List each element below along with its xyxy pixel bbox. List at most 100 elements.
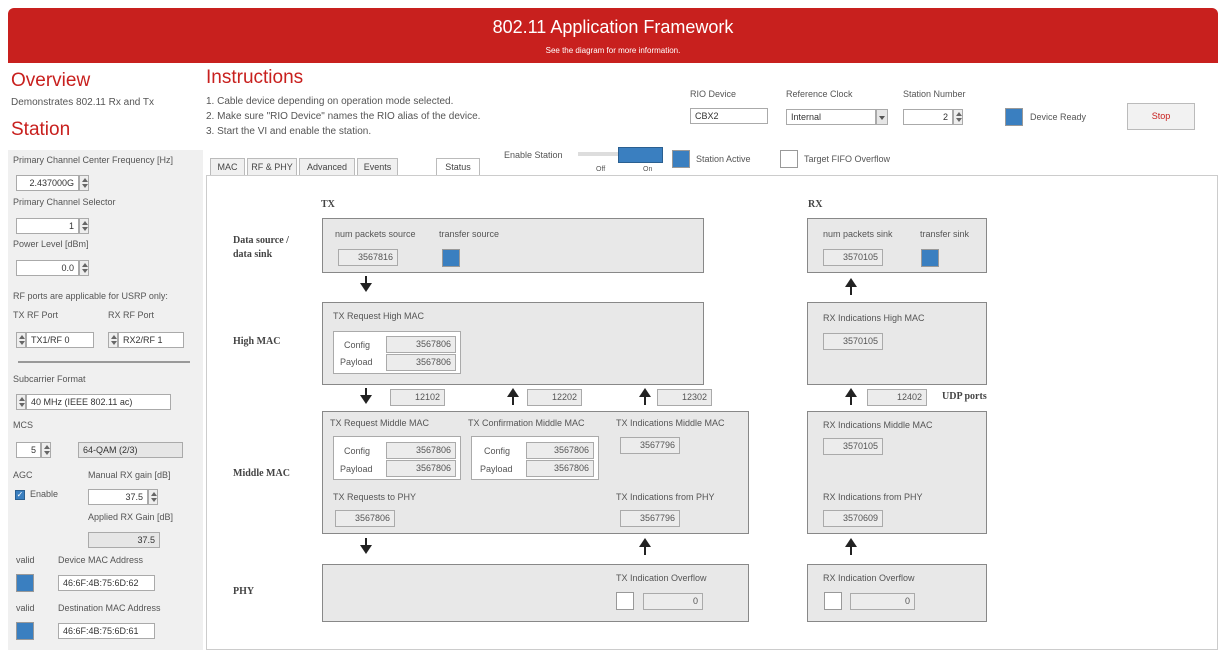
selector-input[interactable]: 1 — [16, 218, 79, 234]
rx-port-spinner-icon[interactable] — [108, 332, 118, 348]
manual-gain-input[interactable]: 37.5 — [88, 489, 148, 505]
divider — [18, 361, 190, 363]
transfer-source-led — [442, 249, 460, 267]
mcs-input[interactable]: 5 — [16, 442, 41, 458]
subcarrier-label: Subcarrier Format — [13, 374, 86, 384]
rio-device-input[interactable]: CBX2 — [690, 108, 768, 124]
dest-mac-input[interactable]: 46:6F:4B:75:6D:61 — [58, 623, 155, 639]
manual-gain-spinner-icon[interactable] — [148, 489, 158, 505]
app-title: 802.11 Application Framework — [492, 17, 734, 37]
conf-payload-value: 3567806 — [526, 460, 594, 477]
tx-port-spinner-icon[interactable] — [16, 332, 26, 348]
udp-port-3: 12302 — [657, 389, 712, 406]
selector-label: Primary Channel Selector — [13, 197, 116, 207]
station-number-input[interactable]: 2 — [903, 109, 953, 125]
rx-port-select[interactable]: RX2/RF 1 — [118, 332, 184, 348]
device-ready-label: Device Ready — [1030, 112, 1087, 122]
mid-config-value: 3567806 — [386, 442, 456, 459]
arrow-down-icon — [360, 545, 372, 554]
device-mac-label: Device MAC Address — [58, 555, 144, 565]
freq-spinner-icon[interactable] — [79, 175, 89, 191]
freq-input[interactable]: 2.437000G — [16, 175, 79, 191]
tx-req-high-label: TX Request High MAC — [333, 311, 425, 321]
tx-ind-middle-value: 3567796 — [620, 437, 680, 454]
transfer-sink-label: transfer sink — [920, 229, 970, 239]
instruction-line-2: 2. Make sure "RIO Device" names the RIO … — [206, 111, 481, 122]
mcs-desc: 64-QAM (2/3) — [78, 442, 183, 458]
arrow-down-icon — [360, 395, 372, 404]
num-packets-source-label: num packets source — [335, 229, 416, 239]
tab-mac[interactable]: MAC — [210, 158, 245, 175]
overview-desc: Demonstrates 802.11 Rx and Tx — [11, 97, 155, 108]
dest-mac-label: Destination MAC Address — [58, 603, 161, 613]
rx-ind-phy-value: 3570609 — [823, 510, 883, 527]
subcarrier-spinner-icon[interactable] — [16, 394, 26, 410]
station-number-spinner-icon[interactable] — [953, 109, 963, 125]
valid-label-1: valid — [16, 555, 35, 565]
tab-advanced[interactable]: Advanced — [299, 158, 355, 175]
rx-ind-high-value: 3570105 — [823, 333, 883, 350]
tx-phy-box: TX Indication Overflow 0 — [322, 564, 749, 622]
tx-header: TX — [321, 199, 335, 210]
toggle-on-label: On — [643, 166, 653, 173]
overview-title: Overview — [11, 70, 91, 91]
row-label-middle-mac: Middle MAC — [233, 468, 290, 479]
high-mac-counters: Config Payload 3567806 3567806 — [333, 331, 461, 374]
instruction-line-3: 3. Start the VI and enable the station. — [206, 126, 372, 137]
rx-ind-phy-label: RX Indications from PHY — [823, 492, 923, 502]
device-ready-led — [1005, 108, 1023, 126]
rx-ind-middle-label: RX Indications Middle MAC — [823, 420, 933, 430]
instructions-title: Instructions — [206, 67, 304, 88]
reference-clock-select[interactable]: Internal — [786, 109, 876, 125]
chevron-down-icon[interactable] — [876, 109, 888, 125]
tx-req-phy-label: TX Requests to PHY — [333, 492, 417, 502]
selector-spinner-icon[interactable] — [79, 218, 89, 234]
num-packets-sink-label: num packets sink — [823, 229, 893, 239]
udp-ports-label: UDP ports — [942, 391, 987, 402]
config-label: Config — [344, 446, 371, 456]
rx-port-label: RX RF Port — [108, 310, 155, 320]
tab-rf-phy[interactable]: RF & PHY — [247, 158, 297, 175]
rx-header: RX — [808, 199, 823, 210]
payload-label: Payload — [340, 464, 373, 474]
agc-check-icon[interactable]: ✓ — [15, 490, 25, 500]
subcarrier-select[interactable]: 40 MHz (IEEE 802.11 ac) — [26, 394, 171, 410]
mid-payload-value: 3567806 — [386, 460, 456, 477]
station-active-led — [672, 150, 690, 168]
rx-overflow-led — [824, 592, 842, 610]
config-label: Config — [484, 446, 511, 456]
tx-overflow-led — [616, 592, 634, 610]
row-label-high-mac: High MAC — [233, 336, 281, 347]
data-source-box: num packets source transfer source 35678… — [322, 218, 704, 273]
source-packets-value: 3567816 — [338, 249, 398, 266]
dest-mac-valid-led — [16, 622, 34, 640]
config-label: Config — [344, 340, 371, 350]
tx-ind-middle-label: TX Indications Middle MAC — [616, 418, 725, 428]
sink-packets-value: 3570105 — [823, 249, 883, 266]
udp-port-4: 12402 — [867, 389, 927, 406]
tx-port-select[interactable]: TX1/RF 0 — [26, 332, 94, 348]
tx-port-label: TX RF Port — [13, 310, 59, 320]
applied-gain-value: 37.5 — [88, 532, 160, 548]
enable-station-toggle[interactable] — [618, 147, 663, 163]
valid-label-2: valid — [16, 603, 35, 613]
stop-button[interactable]: Stop — [1127, 103, 1195, 130]
power-spinner-icon[interactable] — [79, 260, 89, 276]
tab-status[interactable]: Status — [436, 158, 480, 176]
tab-events[interactable]: Events — [357, 158, 398, 175]
data-sink-box: num packets sink transfer sink 3570105 — [807, 218, 987, 273]
rx-ind-high-label: RX Indications High MAC — [823, 313, 925, 323]
mcs-spinner-icon[interactable] — [41, 442, 51, 458]
power-input[interactable]: 0.0 — [16, 260, 79, 276]
arrow-stem — [644, 546, 646, 555]
tx-ind-phy-value: 3567796 — [620, 510, 680, 527]
toggle-off-label: Off — [596, 166, 606, 173]
device-mac-input[interactable]: 46:6F:4B:75:6D:62 — [58, 575, 155, 591]
device-mac-valid-led — [16, 574, 34, 592]
enable-station-track — [578, 152, 618, 156]
rio-device-label: RIO Device — [690, 89, 737, 99]
arrow-stem — [644, 396, 646, 405]
conf-config-value: 3567806 — [526, 442, 594, 459]
agc-label: AGC — [13, 470, 33, 480]
tx-conf-middle-label: TX Confirmation Middle MAC — [468, 418, 585, 428]
